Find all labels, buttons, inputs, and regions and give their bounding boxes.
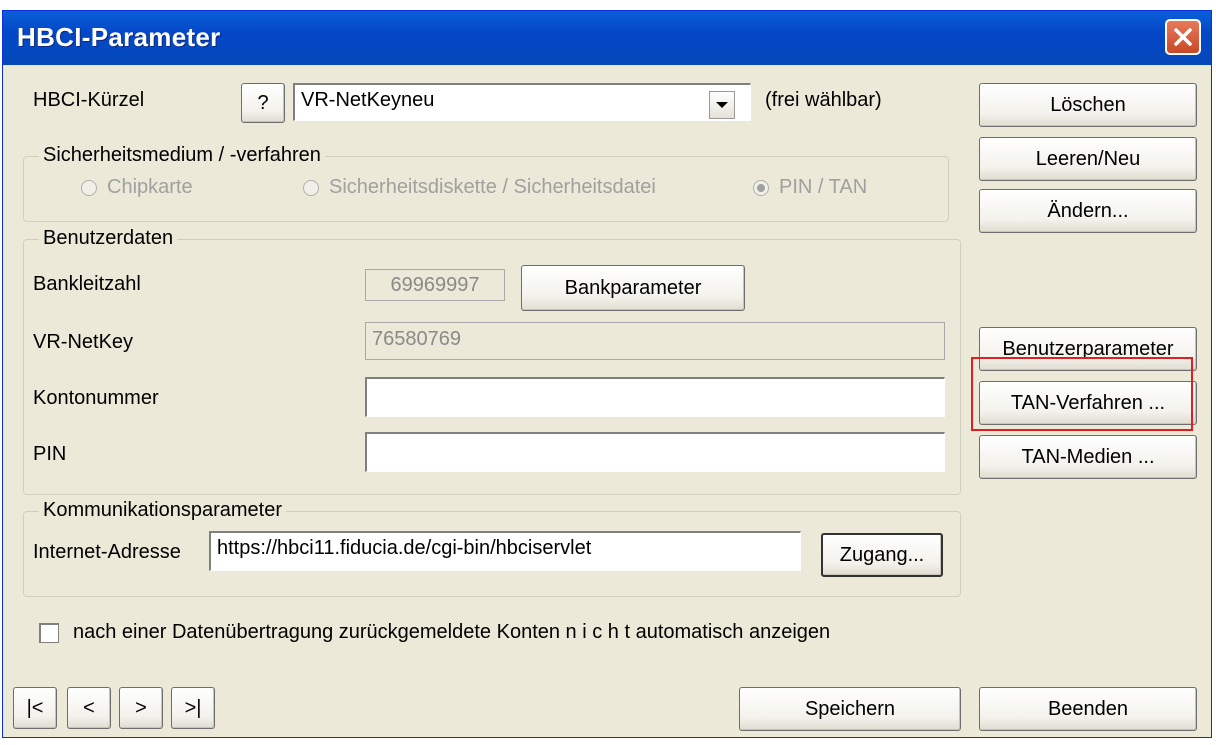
auto-display-checkbox[interactable]: [39, 623, 59, 643]
title-bar[interactable]: HBCI-Parameter: [3, 11, 1211, 65]
pin-input[interactable]: [365, 432, 945, 472]
security-group-title: Sicherheitsmedium / -verfahren: [39, 144, 325, 167]
zugang-button[interactable]: Zugang...: [821, 533, 943, 577]
tan-medien-button[interactable]: TAN-Medien ...: [979, 435, 1197, 479]
chevron-down-icon: [716, 102, 728, 108]
aendern-button[interactable]: Ändern...: [979, 189, 1197, 233]
radio-indicator-selected: [753, 179, 769, 196]
dropdown-button[interactable]: [709, 91, 735, 119]
radio-chipkarte-label: Chipkarte: [107, 176, 193, 198]
auto-display-label: nach einer Datenübertragung zurückgemeld…: [73, 621, 831, 643]
pin-label: PIN: [33, 443, 67, 465]
hbci-parameter-dialog: HBCI-Parameter HBCI-Kürzel ? VR-NetKeyne…: [2, 10, 1212, 738]
frei-waehlbar-hint: (frei wählbar): [765, 89, 882, 111]
vr-netkey-label: VR-NetKey: [33, 331, 134, 353]
kontonummer-input[interactable]: [365, 377, 945, 417]
kontonummer-label: Kontonummer: [33, 387, 159, 409]
leeren-neu-button[interactable]: Leeren/Neu: [979, 137, 1197, 181]
internet-adresse-label: Internet-Adresse: [33, 541, 181, 563]
comm-group-title: Kommunikationsparameter: [39, 499, 286, 522]
hbci-kuerzel-label: HBCI-Kürzel: [33, 89, 145, 111]
radio-sicherheitsdiskette[interactable]: Sicherheitsdiskette / Sicherheitsdatei: [303, 176, 656, 199]
radio-chipkarte[interactable]: Chipkarte: [81, 176, 193, 199]
close-button[interactable]: [1165, 19, 1201, 55]
radio-pin-tan-label: PIN / TAN: [779, 176, 868, 198]
radio-pin-tan[interactable]: PIN / TAN: [753, 176, 867, 199]
nav-first-button[interactable]: |<: [13, 687, 57, 729]
vr-netkey-field[interactable]: 76580769: [365, 322, 945, 360]
radio-indicator: [81, 179, 97, 196]
close-icon: [1174, 28, 1192, 46]
radio-sicherheitsdiskette-label: Sicherheitsdiskette / Sicherheitsdatei: [329, 176, 656, 198]
bankparameter-button[interactable]: Bankparameter: [521, 265, 745, 311]
internet-adresse-input[interactable]: https://hbci11.fiducia.de/cgi-bin/hbcise…: [209, 531, 801, 571]
help-button[interactable]: ?: [241, 83, 285, 123]
hbci-kuerzel-select[interactable]: VR-NetKeyneu: [293, 83, 751, 121]
bankleitzahl-field[interactable]: 69969997: [365, 269, 505, 301]
beenden-button[interactable]: Beenden: [979, 687, 1197, 731]
window-title: HBCI-Parameter: [17, 22, 221, 52]
bankleitzahl-label: Bankleitzahl: [33, 273, 141, 295]
speichern-button[interactable]: Speichern: [739, 687, 961, 731]
nav-next-button[interactable]: >: [119, 687, 163, 729]
nav-last-button[interactable]: >|: [171, 687, 215, 729]
hbci-kuerzel-value: VR-NetKeyneu: [301, 89, 435, 111]
highlight-box: [971, 357, 1193, 431]
loeschen-button[interactable]: Löschen: [979, 83, 1197, 127]
user-data-group-title: Benutzerdaten: [39, 227, 178, 250]
radio-indicator: [303, 179, 319, 196]
nav-prev-button[interactable]: <: [67, 687, 111, 729]
